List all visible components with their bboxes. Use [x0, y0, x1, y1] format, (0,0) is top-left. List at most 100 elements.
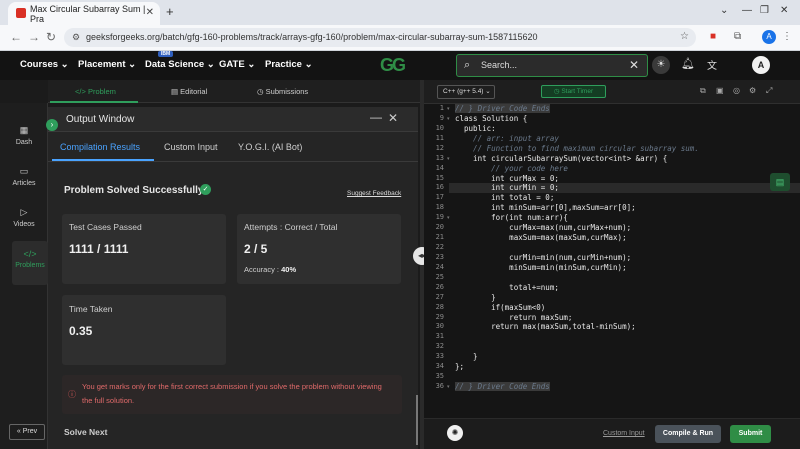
test-cases-value: 1111 / 1111 [69, 242, 129, 256]
code-icon: </> [23, 249, 37, 259]
nav-placement-label: Placement [78, 59, 126, 70]
tab-custom-input[interactable]: Custom Input [164, 142, 218, 152]
tab-editorial[interactable]: ▤ Editorial [171, 87, 207, 96]
fullscreen-icon[interactable]: ⤢ [766, 86, 772, 96]
sidebar-item-videos[interactable]: ▷ Videos [6, 207, 42, 241]
line-number: 36 [435, 382, 444, 391]
start-timer-button[interactable]: ◷ Start Timer [541, 85, 606, 98]
tab-submissions[interactable]: ◷ Submissions [257, 87, 308, 96]
new-tab-button[interactable]: + [166, 4, 174, 19]
accuracy-label: Accuracy : [244, 265, 280, 274]
fold-chevron-icon[interactable]: ▾ [447, 156, 450, 162]
line-number: 18 [435, 203, 444, 212]
format-icon[interactable]: ▣ [716, 86, 724, 95]
minimize-icon[interactable]: — [742, 5, 752, 16]
user-avatar[interactable]: A [752, 56, 770, 74]
line-number: 16 [435, 183, 444, 192]
accuracy-row: Accuracy : 40% [244, 265, 296, 274]
back-icon[interactable]: ← [10, 30, 22, 44]
language-select[interactable]: C++ (g++ 5.4) ⌄ [437, 85, 495, 99]
nav-gate-label: GATE [219, 59, 245, 70]
nav-placement[interactable]: Placement ⌄ [78, 59, 136, 70]
extension-icon[interactable]: ■ [710, 31, 716, 42]
prev-button[interactable]: « Prev [9, 424, 45, 440]
suggest-feedback-link[interactable]: Suggest Feedback [347, 190, 401, 197]
code-line: curMin=min(num,curMin+num); [455, 252, 632, 262]
nav-gate[interactable]: GATE ⌄ [219, 59, 255, 70]
line-number: 21 [435, 233, 444, 242]
line-number: 27 [435, 292, 444, 301]
line-number: 32 [435, 342, 444, 351]
tab-editorial-label: Editorial [180, 87, 208, 96]
fold-chevron-icon[interactable]: ▾ [447, 215, 450, 221]
nav-practice[interactable]: Practice ⌄ [265, 59, 313, 70]
browser-menu-icon[interactable]: ⋮ [782, 31, 792, 42]
browser-tab[interactable]: Max Circular Subarray Sum | Pra ✕ [8, 2, 160, 25]
close-output-icon[interactable]: ✕ [388, 111, 398, 125]
prev-label: Prev [22, 428, 38, 435]
clear-search-icon[interactable]: ✕ [629, 58, 639, 72]
nav-courses[interactable]: Courses ⌄ [20, 59, 69, 70]
close-window-icon[interactable]: ✕ [780, 5, 788, 16]
check-circle-icon: ✓ [200, 184, 211, 195]
submit-button[interactable]: Submit [730, 425, 771, 443]
search-icon: ⌕ [464, 59, 471, 71]
tab-search-icon[interactable]: ⌄ [720, 5, 728, 16]
tab-problem[interactable]: </> Problem [75, 87, 116, 96]
line-number: 19 [435, 213, 444, 222]
compile-run-button[interactable]: Compile & Run [655, 425, 721, 443]
minimize-output-icon[interactable]: — [370, 110, 382, 124]
theme-toggle-icon[interactable]: ☀ [652, 56, 670, 74]
custom-input-link[interactable]: Custom Input [603, 430, 645, 437]
line-number: 30 [435, 322, 444, 331]
reset-icon[interactable]: ◎ [733, 86, 740, 95]
site-info-icon[interactable]: ⚙ [72, 28, 80, 47]
ibm-badge: IBM [158, 51, 174, 57]
line-number: 11 [435, 133, 444, 142]
fold-chevron-icon[interactable]: ▾ [447, 116, 450, 122]
extensions-puzzle-icon[interactable]: ⧉ [734, 31, 741, 42]
nav-data-science-label: Data Science [145, 59, 205, 70]
fold-chevron-icon[interactable]: ▾ [447, 384, 450, 390]
nav-data-science[interactable]: Data Science ⌄ [145, 59, 215, 70]
dashboard-icon: ▦ [19, 125, 29, 135]
settings-icon[interactable]: ⚙ [749, 86, 756, 95]
close-tab-icon[interactable]: ✕ [146, 7, 154, 18]
reload-icon[interactable]: ↻ [46, 30, 56, 44]
maximize-icon[interactable]: ❐ [760, 5, 769, 16]
browser-profile-avatar[interactable]: A [762, 30, 776, 44]
chat-icon[interactable]: ▤ [770, 173, 790, 191]
expand-panel-icon[interactable]: › [46, 119, 58, 131]
search-box[interactable]: ⌕ Search... ✕ [456, 54, 648, 77]
accuracy-value: 40% [281, 265, 297, 274]
code-line: return max(maxSum,total-minSum); [455, 322, 636, 332]
code-line: maxSum=max(maxSum,curMax); [455, 233, 627, 243]
nav-courses-label: Courses [20, 59, 59, 70]
tab-compilation-results[interactable]: Compilation Results [60, 142, 140, 152]
code-line: curMax=max(num,curMax+num); [455, 223, 632, 233]
bookmark-star-icon[interactable]: ☆ [680, 31, 689, 42]
output-scrollbar[interactable] [416, 395, 418, 445]
hint-bulb-icon[interactable]: ✺ [447, 425, 463, 441]
gfg-logo[interactable]: GG [380, 55, 406, 76]
notification-bell-icon[interactable]: 🔔︎ [681, 57, 695, 70]
sidebar-item-problems[interactable]: </> Problems [12, 241, 48, 285]
time-taken-value: 0.35 [69, 324, 93, 338]
attempts-card: Attempts : Correct / Total 2 / 5 Accurac… [237, 214, 401, 284]
sidebar-dash-label: Dash [15, 139, 33, 146]
line-number: 31 [435, 332, 444, 341]
code-line: for(int num:arr){ [455, 213, 568, 223]
line-number: 10 [435, 123, 444, 132]
time-taken-card: Time Taken 0.35 [62, 295, 226, 365]
tab-yogi-ai-bot[interactable]: Y.O.G.I. (AI Bot) [238, 142, 302, 152]
fold-chevron-icon[interactable]: ▾ [447, 106, 450, 112]
translate-icon[interactable]: 文 [707, 57, 717, 72]
forward-icon[interactable]: → [28, 30, 40, 44]
sidebar-item-articles[interactable]: ▭ Articles [6, 166, 42, 200]
copy-icon[interactable]: ⧉ [700, 86, 706, 96]
sidebar-item-dash[interactable]: ▦ Dash [6, 125, 42, 159]
status-message: Problem Solved Successfully [64, 185, 204, 196]
code-line: } [455, 352, 478, 362]
code-line: // Function to find maximum circular sub… [455, 143, 699, 153]
url-field[interactable]: ⚙ geeksforgeeks.org/batch/gfg-160-proble… [64, 28, 696, 47]
